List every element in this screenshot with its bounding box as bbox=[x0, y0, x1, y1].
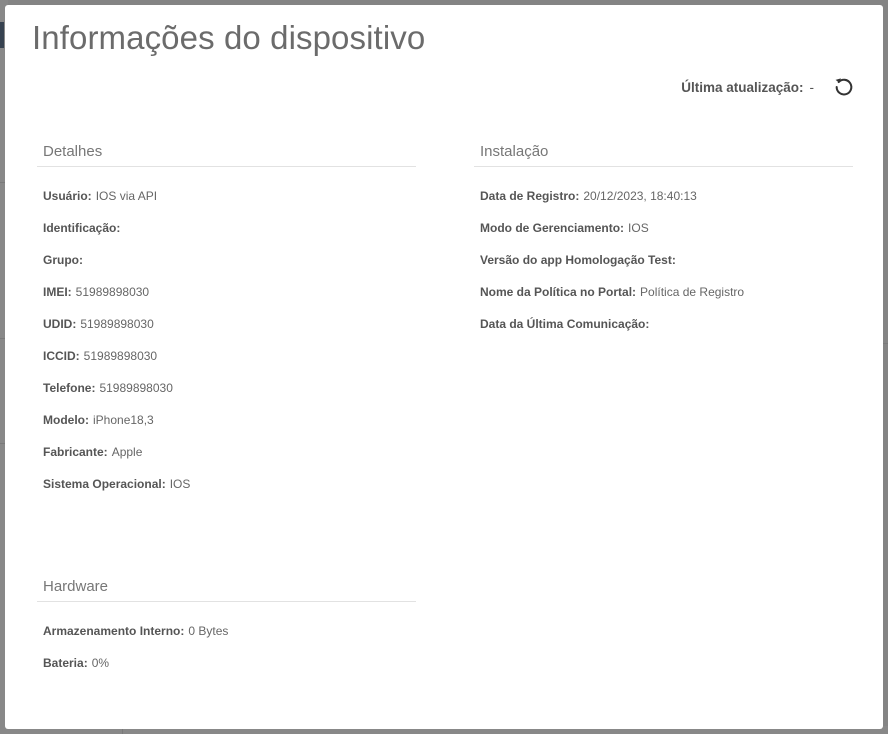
info-label: Modo de Gerenciamento: bbox=[480, 221, 625, 235]
info-value: 51989898030 bbox=[75, 285, 150, 299]
info-row: ICCID: 51989898030 bbox=[43, 340, 416, 372]
device-info-modal: Informações do dispositivo Última atuali… bbox=[5, 5, 883, 729]
details-section: Detalhes Usuário: IOS via API Identificaçã… bbox=[37, 143, 416, 500]
info-value: 20/12/2023, 18:40:13 bbox=[583, 189, 697, 203]
refresh-button[interactable] bbox=[832, 75, 856, 99]
info-row: Armazenamento Interno: 0 Bytes bbox=[43, 615, 416, 647]
info-label: Sistema Operacional: bbox=[43, 477, 166, 491]
info-row: Versão do app Homologação Test: bbox=[480, 244, 853, 276]
info-row: Data de Registro: 20/12/2023, 18:40:13 bbox=[480, 180, 853, 212]
info-label: Fabricante: bbox=[43, 445, 108, 459]
info-label: Identificação: bbox=[43, 221, 121, 235]
last-update: Última atualização: - bbox=[681, 75, 856, 99]
info-label: Usuário: bbox=[43, 189, 92, 203]
modal-title: Informações do dispositivo bbox=[32, 19, 426, 56]
info-row: Nome da Política no Portal: Política de R… bbox=[480, 276, 853, 308]
info-label: Armazenamento Interno: bbox=[43, 624, 185, 638]
info-row: Grupo: bbox=[43, 244, 416, 276]
info-row: Sistema Operacional: IOS bbox=[43, 468, 416, 500]
details-heading: Detalhes bbox=[37, 143, 416, 167]
info-label: Telefone: bbox=[43, 381, 96, 395]
info-row: Data da Última Comunicação: bbox=[480, 308, 853, 340]
info-label: Grupo: bbox=[43, 253, 83, 267]
hardware-section: Hardware Armazenamento Interno: 0 Bytes Ba… bbox=[37, 578, 416, 679]
info-row: UDID: 51989898030 bbox=[43, 308, 416, 340]
info-value: 51989898030 bbox=[80, 317, 154, 331]
info-value: 0% bbox=[91, 656, 110, 670]
info-label: Data da Última Comunicação: bbox=[480, 317, 650, 331]
hardware-heading: Hardware bbox=[37, 578, 416, 602]
info-row: Telefone: 51989898030 bbox=[43, 372, 416, 404]
info-label: ICCID: bbox=[43, 349, 80, 363]
installation-section: Instalação Data de Registro: 20/12/2023, … bbox=[474, 143, 853, 340]
info-row: Identificação: bbox=[43, 212, 416, 244]
info-value: IOS bbox=[169, 477, 191, 491]
info-row: IMEI: 51989898030 bbox=[43, 276, 416, 308]
info-row: Bateria: 0% bbox=[43, 647, 416, 679]
last-update-label: Última atualização: bbox=[681, 79, 804, 95]
info-row: Usuário: IOS via API bbox=[43, 180, 416, 212]
info-label: UDID: bbox=[43, 317, 77, 331]
refresh-icon bbox=[835, 78, 853, 96]
info-row: Fabricante: Apple bbox=[43, 436, 416, 468]
info-value: 51989898030 bbox=[83, 349, 158, 363]
installation-heading: Instalação bbox=[474, 143, 853, 167]
info-value: IOS bbox=[628, 221, 649, 235]
info-value: iPhone18,3 bbox=[93, 413, 154, 427]
info-row: Modelo: iPhone18,3 bbox=[43, 404, 416, 436]
info-label: Data de Registro: bbox=[480, 189, 580, 203]
info-value: Apple bbox=[111, 445, 143, 459]
info-label: Modelo: bbox=[43, 413, 89, 427]
info-label: Bateria: bbox=[43, 656, 88, 670]
info-label: Versão do app Homologação Test: bbox=[480, 253, 676, 267]
info-row: Modo de Gerenciamento: IOS bbox=[480, 212, 853, 244]
info-value: Política de Registro bbox=[640, 285, 745, 299]
info-label: IMEI: bbox=[43, 285, 72, 299]
last-update-value: - bbox=[809, 79, 815, 95]
info-value: 0 Bytes bbox=[188, 624, 229, 638]
info-label: Nome da Política no Portal: bbox=[480, 285, 637, 299]
info-value: IOS via API bbox=[95, 189, 158, 203]
info-value: 51989898030 bbox=[99, 381, 173, 395]
